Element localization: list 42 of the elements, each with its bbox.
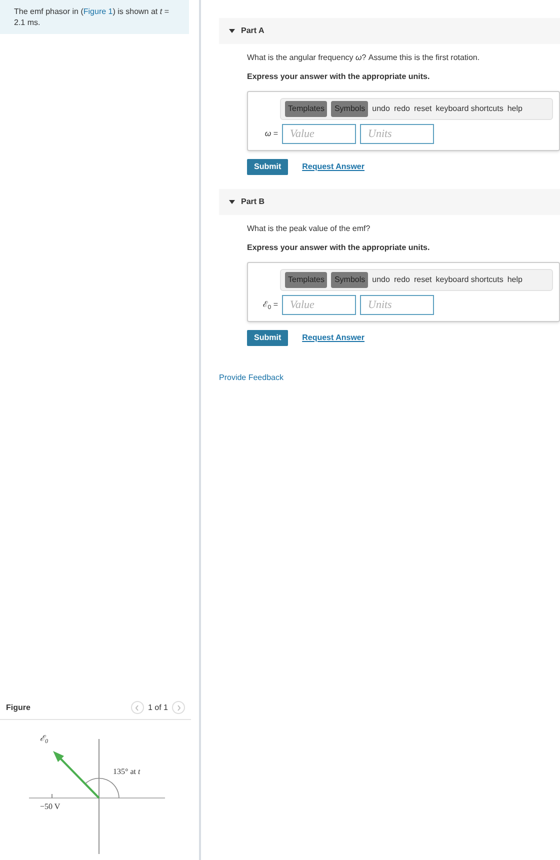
menu-button[interactable]: Symbols [331, 101, 368, 117]
toolbar-button[interactable]: redo [394, 274, 410, 286]
angle-label: 135° at t [113, 766, 140, 778]
value-field[interactable]: Value [282, 295, 356, 315]
toolbar-button[interactable]: help [507, 274, 522, 286]
question-text: What is the peak value of the emf? [247, 223, 372, 235]
intro-text: The emf phasor in (Figure 1) is shown at t = 2.1 ms. [14, 6, 170, 28]
toolbar-button[interactable]: help [507, 103, 522, 115]
submit-button[interactable]: Submit [247, 159, 288, 175]
feedback-link[interactable]: Provide Feedback [219, 372, 560, 384]
value-field[interactable]: Value [282, 124, 356, 144]
toolbar-button[interactable]: undo [372, 103, 390, 115]
axis-tick-label: −50 V [40, 801, 60, 813]
toolbar-button[interactable]: keyboard shortcuts [436, 103, 504, 115]
next-button[interactable] [172, 701, 185, 714]
units-field[interactable]: Units [360, 295, 434, 315]
page-counter: 1 of 1 [148, 702, 168, 714]
toolbar-button[interactable]: keyboard shortcuts [436, 274, 504, 286]
toolbar-button[interactable]: reset [414, 274, 432, 286]
part-header[interactable]: Part A [219, 18, 560, 44]
vector-label: ℰ$_{0}$ [40, 733, 48, 745]
figure-link[interactable]: Figure 1 [83, 7, 113, 16]
figure-title: Figure [6, 702, 30, 714]
toolbar-button[interactable]: undo [372, 274, 390, 286]
menu-button[interactable]: Templates [285, 101, 328, 117]
instruction-text: Express your answer with the appropriate units. [247, 71, 431, 83]
question-text: What is the angular frequency ω? Assume this is the first rotation. [247, 52, 481, 64]
request-answer-link[interactable]: Request Answer [302, 332, 364, 344]
variable-label: ℰ$_{0}$ = [262, 299, 278, 311]
request-answer-link[interactable]: Request Answer [302, 161, 364, 173]
variable-label: ω = [264, 128, 278, 140]
menu-button[interactable]: Templates [285, 272, 328, 288]
units-field[interactable]: Units [360, 124, 434, 144]
previous-button[interactable] [130, 701, 144, 714]
toolbar-button[interactable]: reset [414, 103, 432, 115]
toolbar-button[interactable]: redo [394, 103, 410, 115]
instruction-text: Express your answer with the appropriate units. [247, 242, 431, 254]
chevron-right-icon [176, 704, 180, 710]
part-header[interactable]: Part B [219, 189, 560, 215]
menu-button[interactable]: Symbols [331, 272, 368, 288]
submit-button[interactable]: Submit [247, 330, 288, 346]
chevron-left-icon [135, 704, 140, 710]
